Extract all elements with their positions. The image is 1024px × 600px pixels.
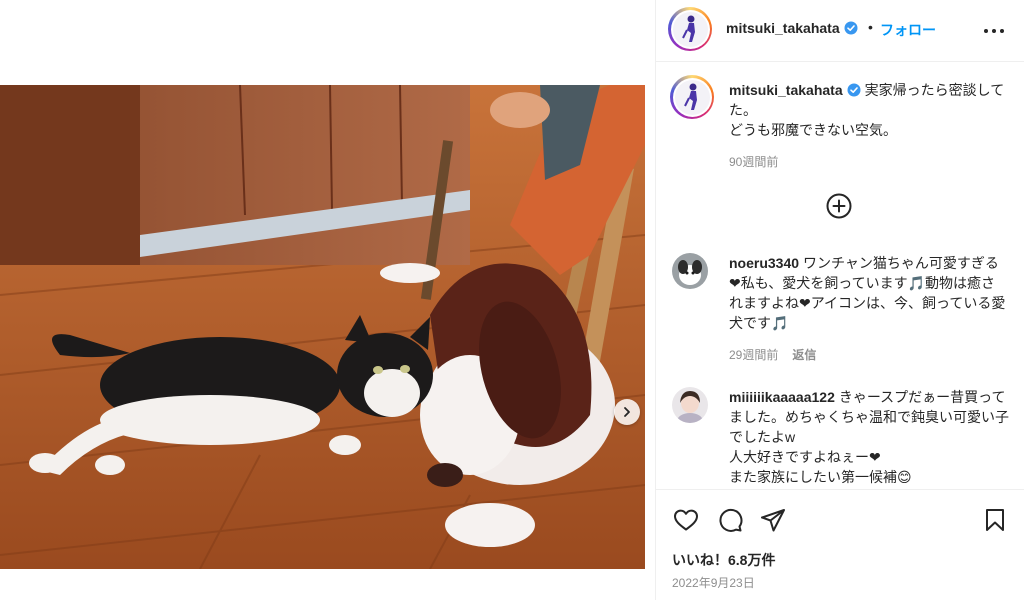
author-username[interactable]: mitsuki_takahata [726,20,858,36]
likes-count[interactable]: いいね！6.8万件 [672,550,775,570]
header-separator: • [868,19,873,35]
caption-line-2: どうも邪魔できない空気。 [729,122,897,138]
save-button[interactable] [981,506,1009,534]
post-photo[interactable] [0,85,645,569]
more-options-icon [984,29,1004,33]
bookmark-icon [986,509,1004,531]
figure-silhouette-icon [682,15,695,42]
load-more-comments-button[interactable] [825,192,853,220]
commenter-avatar[interactable] [672,253,708,289]
comment-meta: 29週間前 返信 [729,345,1009,365]
plus-circle-icon [826,193,852,219]
comment-timestamp: 29週間前 [729,348,779,362]
verified-badge-icon [847,83,861,97]
comment-icon [719,508,743,532]
next-photo-button[interactable] [614,399,640,425]
post-side-panel: mitsuki_takahata • フォロー mitsuki_takahata… [655,0,1024,600]
caption-username[interactable]: mitsuki_takahata [729,82,843,98]
comment-button[interactable] [716,506,744,534]
comment-body-line-3: また家族にしたい第一候補😊 [729,469,912,485]
post-actions: いいね！6.8万件 2022年9月23日 [656,489,1024,600]
comment-item: noeru3340 ワンチャン猫ちゃん可愛すぎる❤私も、愛犬を飼っています🎵動物は… [656,239,1024,369]
caption-text-block: mitsuki_takahata 実家帰ったら密談してた。 どうも邪魔できない空… [729,80,1009,172]
heart-icon [674,509,698,531]
person-avatar-image [672,387,708,423]
comments-section[interactable]: mitsuki_takahata 実家帰ったら密談してた。 どうも邪魔できない空… [656,63,1024,488]
author-avatar[interactable] [668,7,712,51]
commenter-avatar[interactable] [672,387,708,423]
follow-button[interactable]: フォロー [880,20,936,40]
figure-silhouette-icon [684,83,697,110]
comment-text-block: miiiiiikaaaaa122 きゃースプだぁー昔買ってました。めちゃくちゃ温和… [729,387,1009,487]
comment-username[interactable]: miiiiiikaaaaa122 [729,389,835,405]
comment-item: miiiiiikaaaaa122 きゃースプだぁー昔買ってました。めちゃくちゃ温和… [656,373,1024,488]
like-button[interactable] [672,506,700,534]
post-date: 2022年9月23日 [672,576,755,590]
comment-body-line-2: 人大好きですよねぇー❤ [729,449,881,465]
comment-text-block: noeru3340 ワンチャン猫ちゃん可愛すぎる❤私も、愛犬を飼っています🎵動物は… [729,253,1009,365]
post-photo-illustration [0,85,645,569]
chevron-right-icon [624,407,630,417]
post-header: mitsuki_takahata • フォロー [656,0,1024,62]
caption: mitsuki_takahata 実家帰ったら密談してた。 どうも邪魔できない空… [656,63,1024,173]
media-pane [0,0,655,600]
caption-timestamp: 90週間前 [729,155,779,169]
more-options-button[interactable] [982,21,1006,41]
share-icon [761,509,785,532]
reply-button[interactable]: 返信 [792,348,816,362]
comment-username[interactable]: noeru3340 [729,255,799,271]
dog-avatar-image [672,253,708,289]
caption-author-avatar[interactable] [670,75,714,119]
verified-badge-icon [844,21,858,35]
share-button[interactable] [759,506,787,534]
